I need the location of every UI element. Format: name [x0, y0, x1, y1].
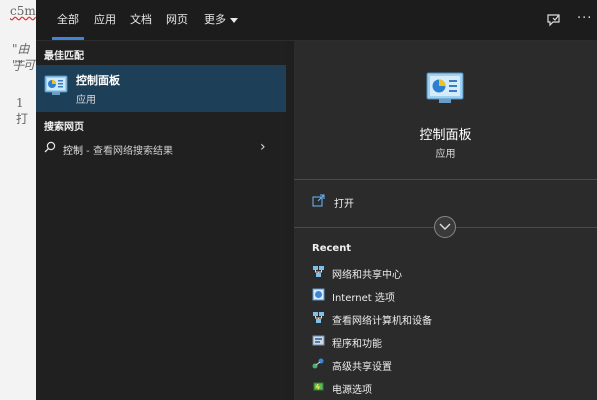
recent-item-label: Internet 选项 — [332, 293, 395, 304]
background-document: c5m "由于 ""可 1 打 — [0, 0, 36, 400]
recent-heading: Recent — [312, 243, 352, 254]
recent-item-label: 程序和功能 — [332, 339, 382, 350]
web-search-text: 控制 - 查看网络搜索结果 — [63, 142, 173, 157]
recent-item-internet-options[interactable]: Internet 选项 — [312, 286, 582, 304]
open-icon — [312, 194, 325, 207]
search-tabs-bar: 全部 应用 文档 网页 更多 ··· — [36, 0, 597, 41]
power-icon — [313, 382, 324, 391]
network-icon — [313, 266, 324, 277]
bg-text-1: c5m — [10, 4, 36, 18]
recent-item-label: 网络和共享中心 — [332, 270, 402, 281]
recent-item-label: 高级共享设置 — [332, 362, 392, 373]
expand-button[interactable] — [434, 216, 456, 238]
best-match-item[interactable]: 控制面板 应用 — [36, 65, 286, 112]
search-icon — [44, 141, 56, 153]
tab-more[interactable]: 更多 — [198, 0, 244, 40]
tab-more-label: 更多 — [204, 13, 226, 26]
best-match-heading: 最佳匹配 — [44, 51, 84, 62]
best-match-subtitle: 应用 — [76, 95, 96, 106]
tab-web[interactable]: 网页 — [160, 0, 194, 40]
sharing-icon — [312, 358, 324, 369]
chevron-right-icon[interactable]: › — [260, 139, 266, 155]
bg-text-3: ""可 — [12, 58, 36, 72]
recent-item-programs[interactable]: 程序和功能 — [312, 332, 582, 350]
tab-all[interactable]: 全部 — [44, 0, 92, 40]
preview-title: 控制面板 — [419, 128, 472, 143]
web-search-query: 控制 — [63, 146, 83, 157]
recent-item-sharing[interactable]: 高级共享设置 — [312, 355, 582, 373]
divider — [294, 179, 597, 180]
open-label: 打开 — [334, 199, 354, 210]
network-devices-icon — [313, 312, 324, 323]
programs-icon — [312, 335, 325, 346]
results-list: 最佳匹配 控制面板 应用 搜索网页 控制 - 查看网络搜索结果 › — [36, 41, 286, 400]
open-action[interactable]: 打开 — [312, 192, 582, 212]
bg-text-4: 1 打 — [16, 96, 29, 126]
recent-item-network-devices[interactable]: 查看网络计算机和设备 — [312, 309, 582, 327]
web-search-result[interactable]: 控制 - 查看网络搜索结果 › — [36, 137, 286, 159]
more-options-icon[interactable]: ··· — [577, 10, 593, 28]
chevron-down-icon — [230, 17, 238, 23]
feedback-icon[interactable] — [546, 12, 562, 28]
recent-item-network-center[interactable]: 网络和共享中心 — [312, 263, 582, 281]
tab-documents[interactable]: 文档 — [124, 0, 158, 40]
preview-subtitle: 应用 — [435, 149, 456, 160]
recent-item-label: 电源选项 — [332, 385, 372, 396]
web-search-heading: 搜索网页 — [44, 122, 84, 133]
recent-item-power[interactable]: 电源选项 — [312, 378, 582, 396]
recent-item-label: 查看网络计算机和设备 — [332, 316, 432, 327]
tab-apps[interactable]: 应用 — [88, 0, 122, 40]
control-panel-icon — [44, 75, 68, 95]
internet-options-icon — [312, 288, 325, 301]
control-panel-large-icon — [426, 72, 464, 103]
chevron-down-icon — [439, 223, 451, 230]
preview-pane: 控制面板 应用 打开 Recent 网络和共享中心 Internet 选项 查看… — [294, 41, 597, 400]
search-panel: 全部 应用 文档 网页 更多 ··· 最佳匹配 控制面板 应用 搜索网页 控制 … — [36, 0, 597, 400]
best-match-title: 控制面板 — [76, 74, 120, 87]
web-search-suffix: - 查看网络搜索结果 — [83, 146, 173, 157]
